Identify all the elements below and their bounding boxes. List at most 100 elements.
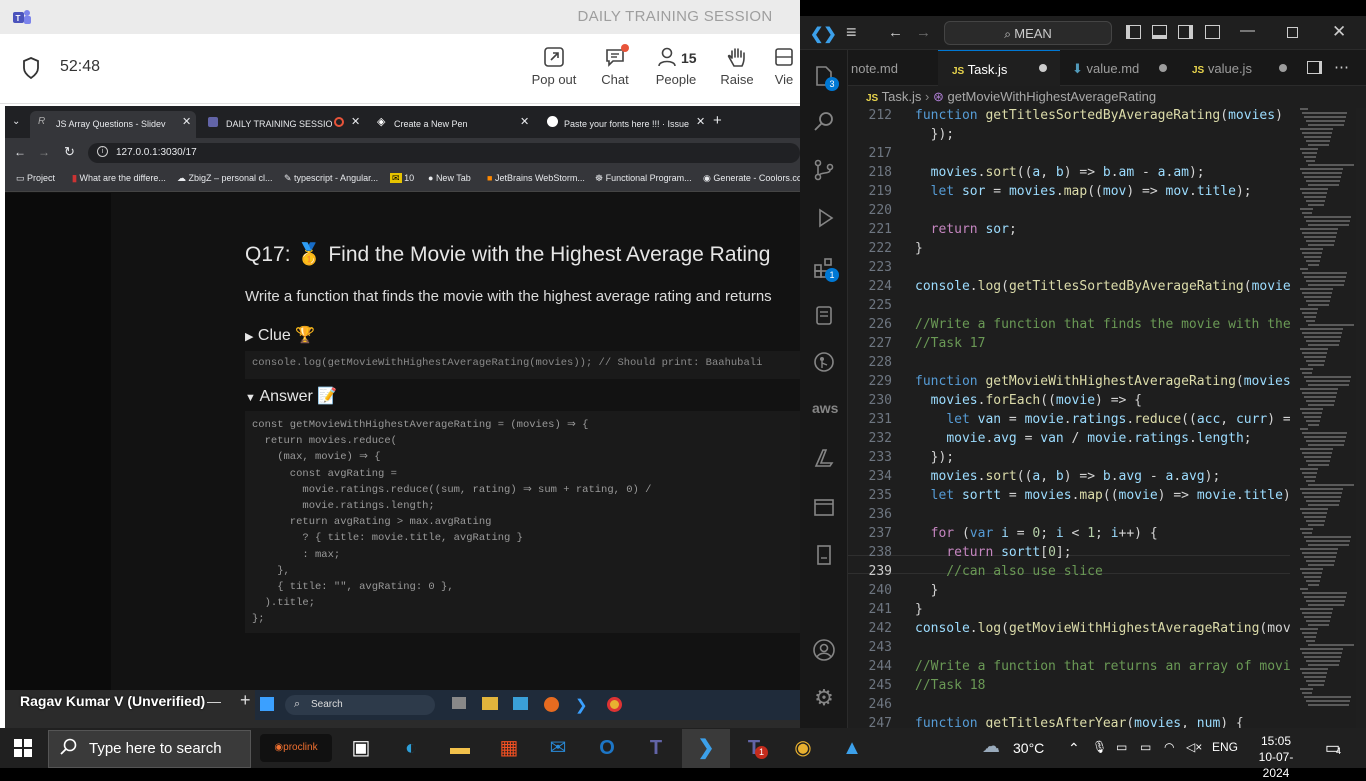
raise-hand-button[interactable]: Raise (707, 46, 767, 92)
code-line[interactable]: //Task 18 (915, 678, 985, 693)
language-indicator[interactable]: ENG (1212, 740, 1238, 754)
code-line[interactable]: let van = movie.ratings.reduce((acc, cur… (915, 412, 1290, 427)
unsaved-dot-icon[interactable] (1039, 64, 1047, 72)
toggle-sidebar-icon[interactable] (1126, 25, 1141, 39)
close-tab-icon[interactable]: ✕ (182, 115, 191, 128)
code-line[interactable]: function getTitlesAfterYear(movies, num)… (915, 716, 1244, 728)
task-view-icon[interactable]: ▣ (345, 733, 377, 763)
firefox-icon[interactable] (544, 697, 559, 712)
wifi-icon[interactable]: ◠ (1164, 740, 1174, 754)
breadcrumb-symbol[interactable]: getMovieWithHighestAverageRating (947, 89, 1156, 104)
outlook-icon[interactable]: O (591, 733, 623, 763)
menu-icon[interactable]: ≡ (846, 22, 857, 43)
account-icon[interactable] (812, 638, 836, 662)
code-line[interactable]: let sortt = movies.map((movie) => movie.… (915, 488, 1290, 503)
code-line[interactable]: } (915, 241, 923, 256)
vscode-icon[interactable]: ❯ (690, 733, 722, 763)
bookmark-new-tab[interactable]: ● New Tab (428, 173, 471, 183)
code-line[interactable]: } (915, 602, 923, 617)
tab-note-md[interactable]: note.md (848, 50, 938, 86)
mail-icon[interactable]: ✉ (542, 733, 574, 763)
browser-tab-teams[interactable]: DAILY TRAINING SESSION | (200, 111, 332, 138)
editor-scrollbar[interactable] (1356, 108, 1366, 728)
proclink-app-icon[interactable]: ◉proclink (260, 734, 332, 762)
microsoft-store-icon[interactable]: ▦ (493, 733, 525, 763)
shared-taskbar-search[interactable]: Search (285, 695, 435, 715)
start-windows-icon[interactable] (14, 739, 32, 762)
minimap[interactable] (1296, 108, 1356, 728)
code-line[interactable]: //Task 17 (915, 336, 985, 351)
git-graph-icon[interactable] (812, 350, 836, 374)
weather-temp[interactable]: 30°C (1013, 740, 1044, 756)
people-button[interactable]: People (646, 46, 706, 92)
code-line[interactable]: function getTitlesSortedByAverageRating(… (915, 108, 1290, 123)
search-activity-icon[interactable] (812, 110, 836, 134)
bookmark-differences[interactable]: ▮ What are the differe... (72, 173, 166, 184)
code-line[interactable]: let sor = movies.map((mov) => mov.title)… (915, 184, 1252, 199)
clue-toggle[interactable]: ▶ Clue 🏆 (245, 325, 315, 345)
code-line[interactable]: console.log(getMovieWithHighestAverageRa… (915, 621, 1290, 636)
source-control-icon[interactable] (812, 158, 836, 182)
plus-icon[interactable]: + (240, 690, 251, 711)
code-line[interactable]: movie.avg = van / movie.ratings.length; (915, 431, 1251, 446)
microphone-icon[interactable]: 🎙 (1092, 740, 1107, 754)
toggle-panel-icon[interactable] (1152, 25, 1167, 39)
view-button[interactable]: Vie (768, 46, 800, 92)
settings-gear-icon[interactable]: ⚙ (812, 685, 836, 710)
code-line[interactable]: movies.sort((a, b) => b.am - a.am); (915, 165, 1205, 180)
bookmark-10[interactable]: ✉ 10 (390, 173, 414, 184)
code-line[interactable]: }); (915, 450, 955, 465)
code-line[interactable]: return sortt[0]; (915, 545, 1071, 560)
run-debug-icon[interactable] (812, 206, 836, 230)
chrome-small-icon[interactable] (607, 697, 622, 712)
code-line[interactable]: movies.forEach((movie) => { (915, 393, 1142, 408)
show-hidden-icons-icon[interactable]: ⌃ (1068, 740, 1080, 757)
code-line[interactable]: //Write a function that returns an array… (915, 659, 1290, 674)
code-line[interactable]: console.log(getTitlesSortedByAverageRati… (915, 279, 1290, 294)
minimize-icon[interactable]: — (1240, 22, 1255, 39)
back-arrow-icon[interactable]: ← (888, 24, 903, 41)
volume-muted-icon[interactable]: ◁× (1186, 740, 1202, 754)
task-view-icon[interactable] (452, 697, 466, 709)
toggle-secondary-sidebar-icon[interactable] (1178, 25, 1193, 39)
back-icon[interactable]: ← (14, 145, 26, 159)
code-line[interactable]: function getMovieWithHighestAverageRatin… (915, 374, 1290, 389)
edge-icon[interactable]: ◐ (395, 733, 427, 763)
more-actions-icon[interactable]: ⋯ (1334, 58, 1349, 76)
browser-tab-codepen[interactable]: Create a New Pen (368, 111, 528, 138)
reload-icon[interactable]: ↻ (64, 144, 75, 160)
meet-now-icon[interactable]: ▭ (1116, 740, 1127, 754)
bookmark-zbigz[interactable]: ☁ ZbigZ – personal cl... (177, 173, 273, 184)
command-center-search[interactable]: ⌕ MEAN (944, 21, 1112, 45)
azure-icon[interactable] (812, 446, 836, 470)
code-editor[interactable]: 212 function getTitlesSortedByAverageRati… (848, 108, 1290, 728)
bookmark-webstorm[interactable]: ■ JetBrains WebStorm... (487, 173, 585, 183)
unsaved-dot-icon[interactable] (1159, 64, 1167, 72)
forward-icon[interactable]: → (38, 145, 50, 159)
code-line[interactable]: movies.sort((a, b) => b.avg - a.avg); (915, 469, 1221, 484)
photos-icon[interactable]: ▲ (836, 733, 868, 763)
clock[interactable]: 15:05 10-07-2024 (1252, 733, 1300, 781)
code-line[interactable]: }); (915, 127, 955, 142)
breadcrumb-file[interactable]: Task.js (882, 89, 922, 104)
bookmark-coolors[interactable]: ◉ Generate - Coolors.co (703, 173, 800, 184)
answer-toggle[interactable]: ▼ Answer 📝 (245, 386, 337, 406)
testing-icon[interactable] (812, 303, 836, 327)
unsaved-dot-icon[interactable] (1279, 64, 1287, 72)
taskbar-search-box[interactable]: Type here to search (48, 730, 251, 768)
forward-arrow-icon[interactable]: → (916, 24, 931, 41)
file-explorer-icon[interactable]: ▬ (444, 733, 476, 763)
code-line[interactable]: return sor; (915, 222, 1017, 237)
bookmark-functional[interactable]: ☸ Functional Program... (595, 173, 692, 184)
close-tab-icon[interactable]: ✕ (351, 115, 360, 128)
browser-tab-slidev[interactable]: JS Array Questions - Slidev (30, 111, 196, 138)
info-icon[interactable]: i (97, 146, 108, 157)
tab-list-chevron-icon[interactable]: ⌄ (12, 116, 20, 127)
remote-explorer-icon[interactable] (812, 495, 836, 519)
maximize-icon[interactable] (1287, 27, 1298, 38)
code-line[interactable]: //can also use slice (915, 564, 1103, 579)
customize-layout-icon[interactable] (1205, 25, 1220, 39)
notebook-icon[interactable] (812, 543, 836, 567)
new-tab-icon[interactable]: + (713, 112, 722, 129)
store-icon[interactable] (513, 697, 528, 710)
